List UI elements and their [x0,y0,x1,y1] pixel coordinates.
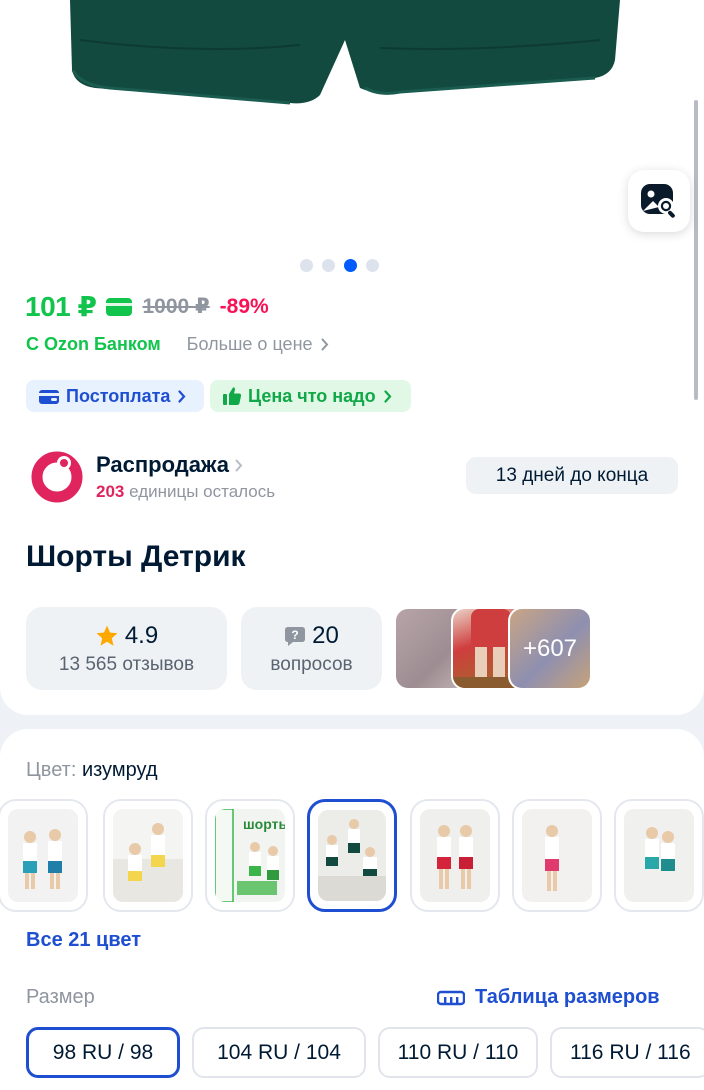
star-icon [96,625,118,646]
swatch-image [113,809,183,902]
reviews-count: 13 565 отзывов [58,653,195,675]
sale-logo-icon [31,451,83,503]
sale-title-label: Распродажа [96,452,230,477]
color-swatch[interactable] [103,799,193,912]
swatch-text: шорты [243,816,285,832]
postpay-badge[interactable]: Постоплата [26,380,204,412]
gallery-dot[interactable] [300,259,313,272]
page-scrollbar[interactable] [694,100,698,400]
size-option[interactable]: 116 RU / 116 [550,1027,704,1078]
product-top-card: 101 ₽ 1000 ₽ -89% С Ozon Банком Больше о… [0,0,704,715]
image-search-icon [641,184,675,218]
swatch-image [8,809,78,902]
price-row: 101 ₽ 1000 ₽ -89% [25,290,269,323]
old-price: 1000 ₽ [142,295,210,318]
more-price-label: Больше о цене [186,334,313,354]
swatch-image [318,810,386,901]
ruler-icon [437,990,465,1005]
color-label: Цвет: изумруд [26,759,157,782]
swatch-image [624,809,694,902]
discount-badge: -89% [219,294,269,318]
bank-row: С Ozon Банком Больше о цене [26,334,329,355]
sale-remaining-text: единицы осталось [129,482,276,501]
questions-label: вопросов [270,653,353,675]
color-swatch[interactable]: шорты [205,799,295,912]
product-title: Шорты Детрик [26,540,246,573]
color-swatch[interactable] [0,799,88,912]
gallery-dots [300,259,379,272]
rating-box[interactable]: 4.9 13 565 отзывов [26,607,227,690]
swatch-image [420,809,490,902]
bank-card-icon [106,297,133,316]
color-swatch-selected[interactable] [307,799,397,912]
questions-box[interactable]: ? 20 вопросов [241,607,382,690]
sale-title[interactable]: Распродажа [96,452,243,478]
chevron-right-icon [235,459,243,471]
wallet-icon [39,390,59,404]
product-image[interactable] [0,0,704,250]
all-colors-link[interactable]: Все 21 цвет [26,929,141,952]
size-table-link[interactable]: Таблица размеров [437,986,660,1009]
sale-count: 203 [96,482,125,501]
svg-text:?: ? [291,628,298,642]
size-option-selected[interactable]: 98 RU / 98 [26,1027,180,1078]
chevron-right-icon [321,338,328,351]
ozon-bank-label: С Ozon Банком [26,334,161,354]
size-label: Размер [26,986,95,1008]
days-left-badge: 13 дней до конца [466,457,678,494]
size-table-label: Таблица размеров [475,986,660,1008]
postpay-label: Постоплата [66,385,171,406]
current-price: 101 ₽ [25,291,97,322]
color-swatch[interactable] [410,799,500,912]
chevron-right-icon [383,389,392,403]
swatch-image [522,809,592,902]
sale-remaining: 203 единицы осталось [96,482,275,502]
fair-price-label: Цена что надо [248,385,376,406]
gallery-dot-active[interactable] [344,259,357,272]
questions-count: 20 [312,621,339,649]
image-search-button[interactable] [628,170,690,232]
gallery-dot[interactable] [366,259,379,272]
gallery-dot[interactable] [322,259,335,272]
swatch-image: шорты [215,809,285,902]
more-price-link[interactable]: Больше о цене [187,334,329,355]
color-swatch[interactable] [614,799,704,912]
fair-price-badge[interactable]: Цена что надо [210,380,411,412]
size-option[interactable]: 110 RU / 110 [378,1027,538,1078]
question-icon: ? [285,626,306,646]
selected-color: изумруд [81,759,158,781]
rating-value: 4.9 [124,621,159,649]
color-swatch[interactable] [512,799,602,912]
color-label-prefix: Цвет: [26,759,77,781]
size-option[interactable]: 104 RU / 104 [192,1027,366,1078]
thumbs-up-icon [223,387,242,405]
more-photos[interactable]: +607 [508,607,592,690]
more-photos-count: +607 [522,634,578,662]
chevron-right-icon [178,389,186,403]
